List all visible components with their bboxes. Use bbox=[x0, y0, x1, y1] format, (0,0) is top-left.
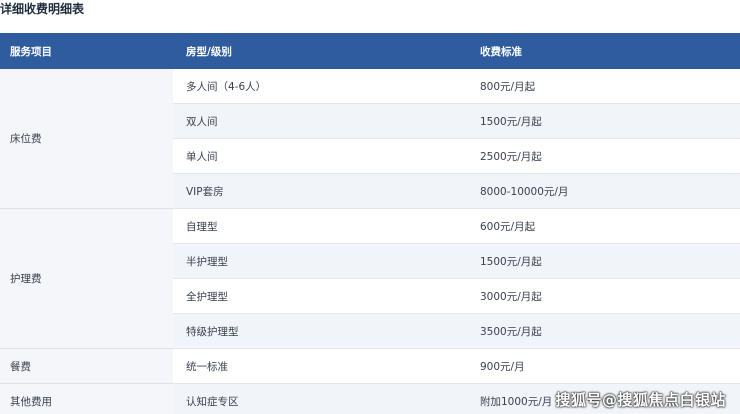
category-cell: 床位费 bbox=[0, 69, 173, 209]
category-cell: 餐费 bbox=[0, 348, 173, 384]
level-cell: 特级护理型 bbox=[173, 313, 467, 349]
fee-table: 服务项目 房型/级别 收费标准 床位费 多人间（4-6人） 800元/月起 双人间 15… bbox=[0, 33, 740, 414]
price-cell: 8000-10000元/月 bbox=[467, 173, 740, 209]
price-cell: 1500元/月起 bbox=[467, 243, 740, 279]
price-cell: 1500元/月起 bbox=[467, 103, 740, 139]
price-cell: 600元/月起 bbox=[467, 208, 740, 244]
header-service-item: 服务项目 bbox=[0, 33, 173, 69]
fee-table-header: 服务项目 房型/级别 收费标准 bbox=[0, 33, 740, 69]
header-fee-standard: 收费标准 bbox=[467, 33, 740, 69]
level-cell: VIP套房 bbox=[173, 173, 467, 209]
table-row: 餐费 统一标准 900元/月 bbox=[0, 348, 740, 384]
level-cell: 多人间（4-6人） bbox=[173, 69, 467, 104]
level-cell: 自理型 bbox=[173, 208, 467, 244]
page: 详细收费明细表 服务项目 房型/级别 收费标准 床位费 多人间（4-6人） 800元… bbox=[0, 0, 740, 414]
level-cell: 统一标准 bbox=[173, 348, 467, 384]
page-title: 详细收费明细表 bbox=[0, 2, 85, 16]
fee-table-body: 床位费 多人间（4-6人） 800元/月起 双人间 1500元/月起 单人间 2500元/月… bbox=[0, 69, 740, 414]
price-cell: 900元/月 bbox=[467, 348, 740, 384]
category-cell: 护理费 bbox=[0, 208, 173, 349]
table-row: 护理费 自理型 600元/月起 bbox=[0, 208, 740, 349]
level-cell: 双人间 bbox=[173, 103, 467, 139]
price-cell: 3000元/月起 bbox=[467, 278, 740, 314]
price-cell: 2500元/月起 bbox=[467, 138, 740, 174]
level-cell: 全护理型 bbox=[173, 278, 467, 314]
header-room-level: 房型/级别 bbox=[173, 33, 467, 69]
table-row: 床位费 多人间（4-6人） 800元/月起 bbox=[0, 69, 740, 209]
level-cell: 半护理型 bbox=[173, 243, 467, 279]
price-cell: 3500元/月起 bbox=[467, 313, 740, 349]
price-cell: 800元/月起 bbox=[467, 69, 740, 104]
watermark: 搜狐号@搜狐焦点白银站 bbox=[555, 391, 726, 409]
level-cell: 单人间 bbox=[173, 138, 467, 174]
level-cell: 认知症专区 bbox=[173, 383, 467, 414]
header-row: 服务项目 房型/级别 收费标准 bbox=[0, 33, 740, 69]
category-cell: 其他费用 bbox=[0, 383, 173, 414]
